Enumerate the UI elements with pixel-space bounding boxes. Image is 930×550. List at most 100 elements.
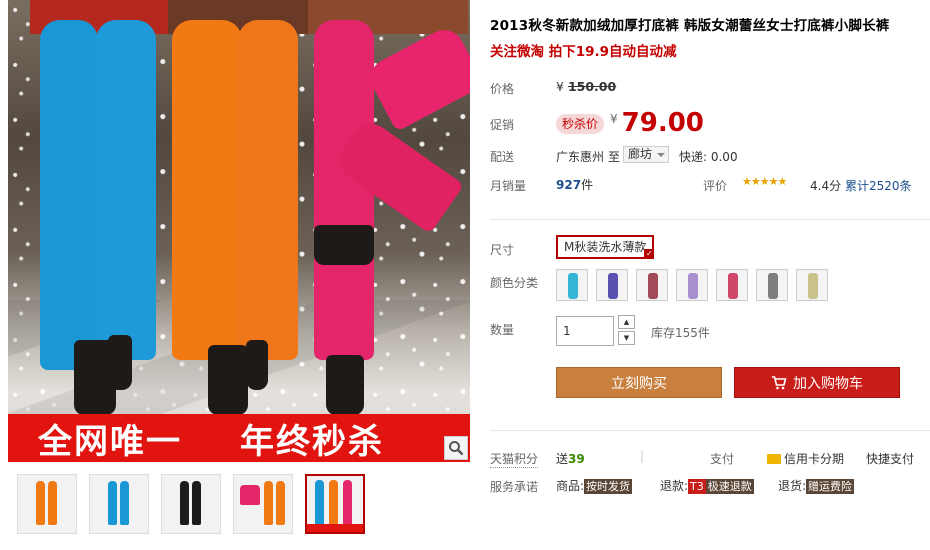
color-swatch[interactable] [636, 269, 668, 301]
sale-price: ¥79.00 [610, 108, 704, 138]
add-to-cart-label: 加入购物车 [793, 375, 863, 392]
delivery-to-word: 至 [608, 150, 621, 164]
quantity-label: 数量 [490, 323, 515, 337]
sale-price-value: 79.00 [621, 108, 704, 138]
magnifier-icon [449, 441, 464, 456]
banner-left-text: 全网唯一 [38, 421, 182, 462]
blue-leg-left [40, 20, 98, 370]
original-price: ¥ 150.00 [556, 79, 616, 94]
points-value: 送39 [556, 450, 585, 467]
add-to-cart-button[interactable]: 加入购物车 [734, 367, 900, 398]
product-title: 2013秋冬新款加绒加厚打底裤 韩版女潮蕾丝女士打底裤小脚长裤 [490, 18, 890, 34]
buy-now-button[interactable]: 立刻购买 [556, 367, 722, 398]
orange-leg-right [238, 20, 298, 360]
color-swatch[interactable] [716, 269, 748, 301]
quantity-decrease-button[interactable]: ▼ [618, 331, 635, 345]
review-count-link[interactable]: 累计2520条 [845, 177, 912, 194]
zoom-button[interactable] [444, 436, 468, 460]
rating-score: 4.4分 [810, 179, 842, 193]
currency-symbol: ¥ [556, 79, 564, 94]
credit-installment[interactable]: 信用卡分期 [767, 450, 844, 467]
tmall-points-label[interactable]: 天猫积分 [490, 450, 539, 468]
color-swatch[interactable] [756, 269, 788, 301]
quick-pay[interactable]: 快捷支付 [866, 450, 914, 467]
destination-select[interactable]: 廊坊 [623, 146, 669, 163]
service-return: 退货: 赠运费险 [778, 477, 855, 494]
payment-label: 支付 [710, 452, 735, 466]
monthly-sales-count: 927 [556, 178, 582, 192]
promo-banner: 全网唯一 年终秒杀 [8, 414, 470, 462]
pink-leg-left [314, 20, 374, 360]
thumbnail-colors[interactable] [233, 474, 293, 534]
service-refund: 退款: T3 极速退款 [660, 477, 754, 494]
credit-card-icon [767, 454, 781, 464]
service-goods-label: 商品: [556, 479, 585, 493]
points-amount: 39 [568, 452, 585, 466]
color-swatch[interactable] [556, 269, 588, 301]
orange-leg-left [172, 20, 242, 360]
separator: | [640, 449, 645, 463]
thumbnail-blue[interactable] [89, 474, 149, 534]
original-price-value: 150.00 [567, 79, 617, 94]
service-refund-label: 退款: [660, 479, 689, 493]
swatch-leg [608, 273, 618, 299]
delivery-origin: 广东惠州 [556, 150, 605, 164]
main-product-image[interactable]: 全网唯一 年终秒杀 [8, 0, 470, 462]
thumbnail-black[interactable] [161, 474, 221, 534]
chevron-up-icon: ▲ [623, 318, 630, 326]
points-send: 送 [556, 452, 569, 466]
banner-right-text: 年终秒杀 [240, 421, 384, 462]
swatch-leg [568, 273, 578, 299]
star-rating-icon: ★★★★★ [742, 175, 787, 188]
price-label: 价格 [490, 82, 515, 96]
service-refund-tag[interactable]: 极速退款 [705, 479, 754, 494]
divider [490, 430, 930, 431]
destination-value: 廊坊 [628, 147, 653, 161]
stock-count: 库存155件 [651, 326, 710, 340]
service-refund-code: T3 [688, 479, 706, 494]
size-option-text: M秋装洗水薄款 [564, 240, 647, 254]
check-icon: ✓ [644, 249, 655, 259]
color-label: 颜色分类 [490, 276, 539, 290]
boot [326, 355, 364, 415]
boot [314, 225, 374, 265]
size-label: 尺寸 [490, 243, 515, 257]
boot [246, 340, 268, 390]
divider [490, 219, 930, 220]
chevron-down-icon: ▼ [623, 334, 630, 342]
blue-leg-right [96, 20, 156, 360]
delivery-label: 配送 [490, 150, 515, 164]
swatch-leg [648, 273, 658, 299]
swatch-leg [688, 273, 698, 299]
service-goods: 商品: 按时发货 [556, 477, 633, 494]
cart-icon [772, 375, 787, 389]
color-swatch[interactable] [796, 269, 828, 301]
quantity-input[interactable] [556, 316, 614, 346]
quantity-increase-button[interactable]: ▲ [618, 315, 635, 329]
service-goods-tag[interactable]: 按时发货 [584, 479, 633, 494]
thumbnail-orange[interactable] [17, 474, 77, 534]
promo-label: 促销 [490, 118, 515, 132]
service-label: 服务承诺 [490, 480, 539, 494]
thumbnail-group-active[interactable] [305, 474, 365, 534]
sale-tag: 秒杀价 [556, 114, 605, 134]
rating-label: 评价 [703, 179, 728, 193]
boot [208, 345, 248, 415]
express-fee: 快递: 0.00 [679, 150, 738, 164]
monthly-sales: 927件 [556, 176, 593, 193]
sale-currency-symbol: ¥ [610, 112, 618, 126]
monthly-sales-label: 月销量 [490, 179, 527, 193]
color-swatches [556, 269, 828, 301]
service-return-tag[interactable]: 赠运费险 [806, 479, 855, 494]
color-swatch[interactable] [596, 269, 628, 301]
boot [108, 335, 132, 390]
swatch-leg [728, 273, 738, 299]
credit-installment-text: 信用卡分期 [784, 452, 845, 466]
chevron-down-icon [657, 153, 665, 157]
size-option-selected[interactable]: M秋装洗水薄款 ✓ [556, 235, 655, 259]
buy-now-label: 立刻购买 [611, 375, 667, 392]
thumbnail-strip [17, 474, 365, 534]
color-swatch[interactable] [676, 269, 708, 301]
product-subtitle: 关注微淘 拍下19.9自动自动减 [490, 44, 677, 60]
swatch-leg [768, 273, 778, 299]
